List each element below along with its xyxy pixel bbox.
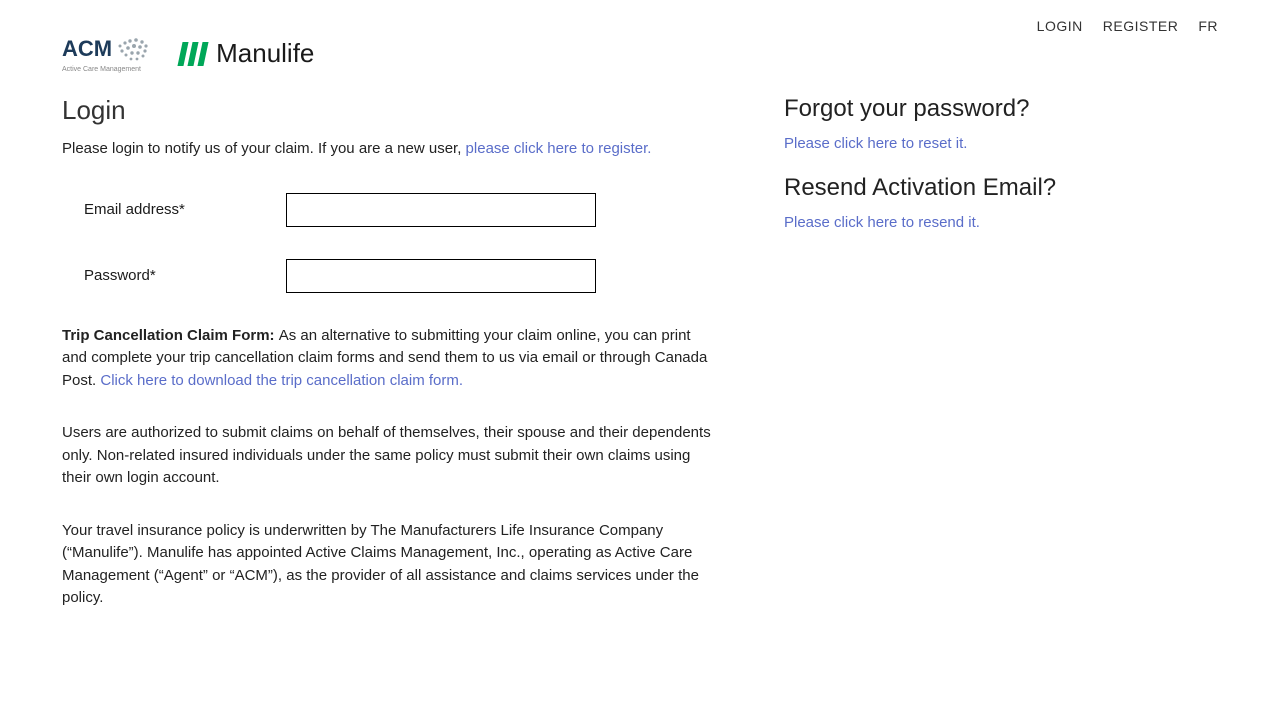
globe-icon <box>114 34 152 64</box>
forgot-password-heading: Forgot your password? <box>784 95 1218 123</box>
nav-language-toggle[interactable]: FR <box>1198 18 1218 34</box>
underwriter-info: Your travel insurance policy is underwri… <box>62 520 712 610</box>
login-section: Login Please login to notify us of your … <box>62 95 712 640</box>
authorization-info: Users are authorized to submit claims on… <box>62 422 712 490</box>
resend-activation-link[interactable]: Please click here to resend it. <box>784 214 1218 231</box>
trip-cancellation-info: Trip Cancellation Claim Form: As an alte… <box>62 325 712 393</box>
acm-logo-text: ACM <box>62 38 112 60</box>
download-form-link[interactable]: Click here to download the trip cancella… <box>100 372 463 389</box>
login-subtext: Please login to notify us of your claim.… <box>62 138 712 161</box>
email-row: Email address* <box>62 193 712 227</box>
password-row: Password* <box>62 259 712 293</box>
password-field[interactable] <box>286 259 596 293</box>
reset-password-link[interactable]: Please click here to reset it. <box>784 135 1218 152</box>
manulife-logo-text: Manulife <box>216 38 314 69</box>
help-section: Forgot your password? Please click here … <box>752 95 1218 640</box>
logo-bar: ACM Active Care Management <box>62 34 1218 73</box>
register-inline-link[interactable]: please click here to register. <box>466 140 652 157</box>
email-field[interactable] <box>286 193 596 227</box>
email-label: Email address* <box>84 201 286 218</box>
login-heading: Login <box>62 95 712 126</box>
acm-logo: ACM Active Care Management <box>62 34 152 73</box>
acm-logo-subtext: Active Care Management <box>62 66 141 73</box>
nav-register-link[interactable]: REGISTER <box>1103 18 1179 34</box>
manulife-logo: Manulife <box>180 38 314 69</box>
manulife-bars-icon <box>180 42 206 66</box>
resend-activation-heading: Resend Activation Email? <box>784 174 1218 202</box>
password-label: Password* <box>84 267 286 284</box>
nav-login-link[interactable]: LOGIN <box>1037 18 1083 34</box>
